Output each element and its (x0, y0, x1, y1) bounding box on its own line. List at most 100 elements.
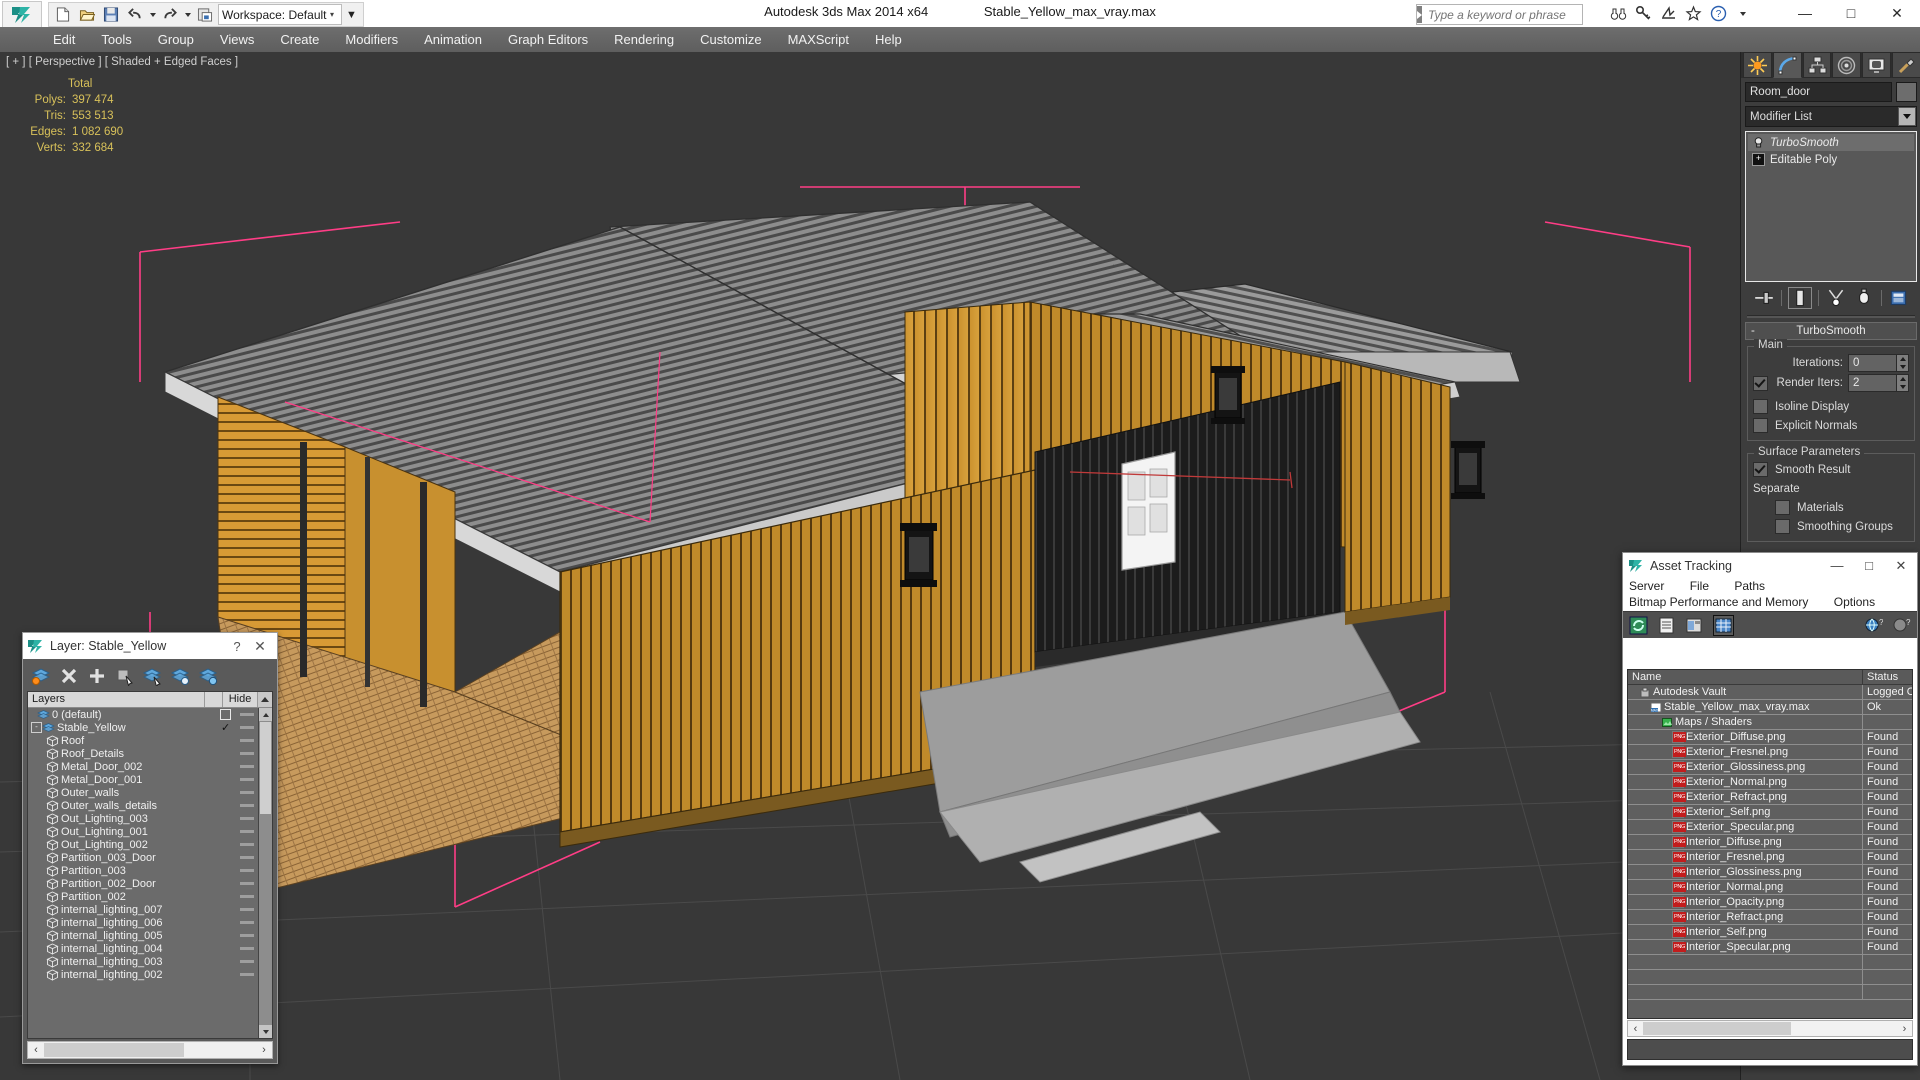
layer-row[interactable]: Partition_002 (28, 890, 258, 903)
subscription-icon[interactable] (1658, 4, 1679, 24)
minimize-button[interactable]: — (1782, 0, 1828, 26)
menu-item-views[interactable]: Views (207, 27, 267, 52)
layer-hide-toggle[interactable] (240, 752, 254, 755)
layer-hide-toggle[interactable] (240, 973, 254, 976)
scroll-up-arrow[interactable] (259, 708, 272, 721)
redo-dropdown-caret[interactable] (183, 5, 192, 25)
hscroll-thumb[interactable] (44, 1043, 184, 1057)
scroll-left-arrow[interactable]: ‹ (1628, 1023, 1643, 1035)
save-file-button[interactable] (100, 5, 122, 25)
hscroll-track[interactable] (1643, 1022, 1897, 1035)
add-selection-icon[interactable] (87, 666, 107, 686)
layer-row[interactable]: internal_lighting_007 (28, 903, 258, 916)
asset-menu-server[interactable]: Server (1629, 579, 1664, 593)
asset-horizontal-scrollbar[interactable]: ‹ › (1627, 1020, 1913, 1037)
layer-row[interactable]: internal_lighting_004 (28, 942, 258, 955)
menu-item-edit[interactable]: Edit (40, 27, 88, 52)
workspace-dropdown-caret[interactable]: ▾ (327, 10, 338, 19)
layer-row[interactable]: Roof (28, 734, 258, 747)
smooth-result-checkbox[interactable] (1753, 462, 1768, 477)
tab-modify[interactable] (1772, 52, 1802, 78)
asset-list[interactable]: Name Status Autodesk Vault Logged O MAX Sta… (1627, 669, 1913, 1019)
iterations-spinner[interactable]: 0 (1848, 354, 1909, 372)
close-button[interactable]: ✕ (1874, 0, 1920, 26)
layer-list-horizontal-scrollbar[interactable]: ‹ › (27, 1041, 273, 1059)
asset-menu-bitmap-performance[interactable]: Bitmap Performance and Memory (1629, 595, 1808, 609)
layer-hide-toggle[interactable] (240, 804, 254, 807)
asset-menu-options[interactable]: Options (1834, 595, 1875, 609)
undo-button[interactable] (124, 5, 146, 25)
layer-hide-toggle[interactable] (240, 921, 254, 924)
layer-row[interactable]: internal_lighting_003 (28, 955, 258, 968)
asset-row[interactable]: Interior_Fresnel.png Found (1628, 850, 1912, 865)
layer-hide-toggle[interactable] (240, 882, 254, 885)
highlight-selected-objects-icon[interactable] (171, 666, 191, 686)
layer-hide-toggle[interactable] (240, 960, 254, 963)
layer-hide-toggle[interactable] (240, 869, 254, 872)
materials-checkbox[interactable] (1775, 500, 1790, 515)
modifier-stack[interactable]: TurboSmooth + Editable Poly (1745, 131, 1917, 282)
help-query-icon[interactable]: ? (1892, 616, 1911, 635)
tab-hierarchy[interactable] (1802, 52, 1832, 78)
layer-window-close-button[interactable]: ✕ (247, 638, 273, 655)
layer-hide-toggle[interactable] (240, 713, 254, 716)
path-view-icon[interactable] (1685, 616, 1704, 635)
menu-item-maxscript[interactable]: MAXScript (775, 27, 862, 52)
modifier-stack-item-turbosmooth[interactable]: TurboSmooth (1748, 134, 1914, 151)
layer-current-checkbox[interactable] (220, 709, 231, 720)
layer-hide-toggle[interactable] (240, 765, 254, 768)
object-color-swatch[interactable] (1896, 82, 1917, 102)
app-menu-button[interactable] (2, 1, 42, 28)
menu-item-graph-editors[interactable]: Graph Editors (495, 27, 601, 52)
menu-item-help[interactable]: Help (862, 27, 915, 52)
menu-item-tools[interactable]: Tools (88, 27, 144, 52)
smoothing-groups-checkbox[interactable] (1775, 519, 1790, 534)
layer-explorer-window[interactable]: Layer: Stable_Yellow ? ✕ Layers Hide 0 (… (22, 632, 278, 1064)
asset-row[interactable]: Interior_Glossiness.png Found (1628, 865, 1912, 880)
layer-row[interactable]: Metal_Door_001 (28, 773, 258, 786)
help-dropdown-caret[interactable] (1733, 4, 1754, 24)
asset-row[interactable]: Interior_Specular.png Found (1628, 940, 1912, 955)
layer-row[interactable]: Partition_002_Door (28, 877, 258, 890)
create-new-layer-icon[interactable] (31, 666, 51, 686)
asset-row[interactable]: Interior_Normal.png Found (1628, 880, 1912, 895)
tab-create[interactable] (1743, 52, 1772, 78)
layer-rows-container[interactable]: 0 (default) - Stable_Yellow ✓ Roof Roof_Detai… (28, 708, 258, 1038)
viewport-label[interactable]: [ + ] [ Perspective ] [ Shaded + Edged F… (6, 56, 238, 68)
asset-row[interactable] (1628, 955, 1912, 970)
expand-plus-icon[interactable]: + (1752, 153, 1765, 166)
layer-row[interactable]: internal_lighting_006 (28, 916, 258, 929)
remove-modifier-icon[interactable] (1853, 288, 1875, 308)
explicit-normals-checkbox[interactable] (1753, 418, 1768, 433)
delete-layer-icon[interactable] (59, 666, 79, 686)
select-layer-objects-icon[interactable] (143, 666, 163, 686)
render-iters-checkbox[interactable] (1753, 375, 1768, 391)
hscroll-track[interactable] (44, 1043, 256, 1057)
favorites-star-icon[interactable] (1683, 4, 1704, 24)
menu-item-create[interactable]: Create (267, 27, 332, 52)
asset-row[interactable]: Exterior_Normal.png Found (1628, 775, 1912, 790)
layer-row[interactable]: Outer_walls (28, 786, 258, 799)
layer-row[interactable]: Metal_Door_002 (28, 760, 258, 773)
maximize-button[interactable]: □ (1828, 0, 1874, 26)
layer-hide-toggle[interactable] (240, 739, 254, 742)
asset-row[interactable]: Interior_Opacity.png Found (1628, 895, 1912, 910)
scroll-left-arrow[interactable]: ‹ (28, 1044, 44, 1056)
asset-row[interactable]: Exterior_Glossiness.png Found (1628, 760, 1912, 775)
make-unique-icon[interactable] (1825, 288, 1847, 308)
spinner-arrows-icon[interactable] (1897, 374, 1909, 392)
menu-item-rendering[interactable]: Rendering (601, 27, 687, 52)
layer-hide-toggle[interactable] (240, 843, 254, 846)
layer-hide-toggle[interactable] (240, 726, 254, 729)
layer-hide-toggle[interactable] (240, 934, 254, 937)
lightbulb-icon[interactable] (1752, 136, 1765, 149)
scrollbar-thumb[interactable] (260, 722, 271, 814)
asset-menu-file[interactable]: File (1690, 579, 1709, 593)
list-view-icon[interactable] (1657, 616, 1676, 635)
help-icon[interactable]: ? (1708, 4, 1729, 24)
layer-hide-toggle[interactable] (240, 908, 254, 911)
menu-item-animation[interactable]: Animation (411, 27, 495, 52)
hscroll-thumb[interactable] (1643, 1022, 1791, 1035)
table-view-icon[interactable] (1713, 614, 1734, 636)
refresh-icon[interactable] (1629, 616, 1648, 635)
